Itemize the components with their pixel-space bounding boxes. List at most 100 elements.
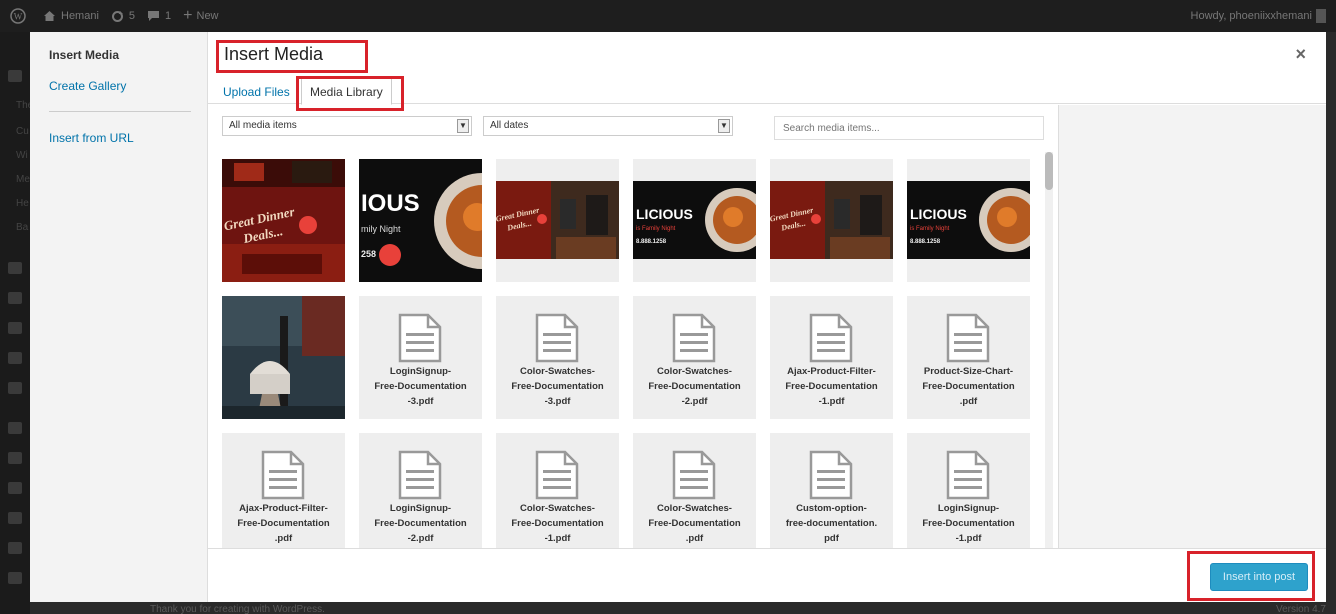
licious-banner-image: IOUS mily Night 258: [359, 159, 482, 282]
updates-icon: [111, 10, 123, 22]
avatar: [1316, 9, 1326, 23]
svg-text:LICIOUS: LICIOUS: [636, 206, 693, 222]
dinner-deals-image: Great Dinner Deals...: [770, 159, 893, 282]
media-type-select[interactable]: All media items ▼: [222, 116, 472, 136]
licious-banner-image: LICIOUS is Family Night 8.888.1258: [633, 159, 756, 282]
menu-icon: [8, 262, 22, 274]
attachment-thumbnail[interactable]: LICIOUS is Family Night 8.888.1258: [633, 159, 756, 282]
sidebar-item-insert-from-url[interactable]: Insert from URL: [49, 131, 134, 145]
menu-fragment: He: [16, 198, 29, 209]
modal-title: Insert Media: [224, 44, 324, 64]
insert-into-post-button[interactable]: Insert into post: [1210, 563, 1308, 591]
svg-text:IOUS: IOUS: [361, 190, 420, 217]
footer-version: Version 4.7: [1275, 604, 1326, 614]
attachment-thumbnail[interactable]: Color-Swatches- Free-Documentation -1.pdf: [496, 433, 619, 548]
file-name: Product-Size-Chart- Free-Documentation .pd…: [911, 364, 1026, 409]
modal-footer: Insert into post: [208, 548, 1326, 602]
attachment-thumbnail[interactable]: LICIOUS is Family Night 8.888.1258: [907, 159, 1030, 282]
attachment-thumbnail[interactable]: Color-Swatches- Free-Documentation .pdf: [633, 433, 756, 548]
menu-icon: [8, 382, 22, 394]
dinner-deals-image: Great Dinner Deals...: [222, 159, 345, 282]
file-name: Color-Swatches- Free-Documentation -2.pdf: [637, 364, 752, 409]
comments-count: 1: [165, 10, 172, 22]
tab-upload-files[interactable]: Upload Files: [223, 85, 290, 99]
attachment-thumbnail[interactable]: LoginSignup- Free-Documentation -2.pdf: [359, 433, 482, 548]
menu-icon: [8, 482, 22, 494]
document-icon: [809, 313, 853, 363]
attachments-grid: Great Dinner Deals... IOUS mily Night 25…: [208, 145, 1058, 548]
file-name: Color-Swatches- Free-Documentation -3.pdf: [500, 364, 615, 409]
attachment-thumbnail[interactable]: Product-Size-Chart- Free-Documentation .pd…: [907, 296, 1030, 419]
grid-scrollbar[interactable]: [1045, 152, 1053, 548]
admin-side-menu: The Cu Wi Me He Ba: [0, 32, 33, 614]
attachment-thumbnail[interactable]: Color-Swatches- Free-Documentation -3.pdf: [496, 296, 619, 419]
menu-fragment: Cu: [16, 126, 29, 137]
site-name: Hemani: [61, 10, 99, 22]
dinner-deals-image: Great Dinner Deals...: [496, 159, 619, 282]
file-name: Ajax-Product-Filter- Free-Documentation -1…: [774, 364, 889, 409]
wordpress-logo-icon[interactable]: W: [10, 8, 31, 24]
menu-icon: [8, 512, 22, 524]
document-icon: [672, 313, 716, 363]
coffee-brewing-image: [222, 296, 345, 419]
file-name: LoginSignup- Free-Documentation -1.pdf: [911, 501, 1026, 546]
licious-banner-image: LICIOUS is Family Night 8.888.1258: [907, 159, 1030, 282]
attachment-thumbnail[interactable]: Ajax-Product-Filter- Free-Documentation .p…: [222, 433, 345, 548]
scrollbar-thumb[interactable]: [1045, 152, 1053, 190]
document-icon: [398, 313, 442, 363]
howdy-text: Howdy, phoeniixxhemani: [1190, 10, 1312, 22]
file-name: Color-Swatches- Free-Documentation .pdf: [637, 501, 752, 546]
menu-icon: [8, 422, 22, 434]
attachment-thumbnail[interactable]: Great Dinner Deals...: [222, 159, 345, 282]
menu-icon: [8, 352, 22, 364]
attachment-thumbnail[interactable]: Custom-option-free-documentation. pdf: [770, 433, 893, 548]
new-content-link[interactable]: + New: [183, 7, 218, 25]
attachment-thumbnail[interactable]: Great Dinner Deals...: [496, 159, 619, 282]
updates-link[interactable]: 5: [111, 10, 135, 23]
document-icon: [672, 450, 716, 500]
attachment-thumbnail[interactable]: Great Dinner Deals...: [770, 159, 893, 282]
svg-text:W: W: [14, 12, 23, 22]
menu-icon: [8, 542, 22, 554]
file-name: Color-Swatches- Free-Documentation -1.pdf: [500, 501, 615, 546]
document-icon: [535, 450, 579, 500]
media-type-value: All media items: [229, 120, 297, 131]
search-input[interactable]: [774, 116, 1044, 140]
menu-icon: [8, 572, 22, 584]
media-tabs: Upload Files Media Library: [208, 77, 1326, 105]
attachment-thumbnail[interactable]: [222, 296, 345, 419]
tab-media-library[interactable]: Media Library: [301, 78, 392, 105]
document-icon: [946, 313, 990, 363]
attachment-thumbnail[interactable]: Ajax-Product-Filter- Free-Documentation -1…: [770, 296, 893, 419]
menu-fragment: Ba: [16, 222, 29, 233]
sidebar-item-create-gallery[interactable]: Create Gallery: [49, 79, 126, 93]
plus-icon: +: [183, 7, 193, 24]
menu-fragment: Me: [16, 174, 30, 185]
menu-icon: [8, 70, 22, 82]
attachment-thumbnail[interactable]: Color-Swatches- Free-Documentation -2.pdf: [633, 296, 756, 419]
file-name: Ajax-Product-Filter- Free-Documentation .p…: [226, 501, 341, 546]
menu-icon: [8, 292, 22, 304]
account-menu[interactable]: Howdy, phoeniixxhemani: [1191, 0, 1326, 32]
close-icon[interactable]: ×: [1295, 44, 1306, 65]
footer-thanks: Thank you for creating with WordPress.: [150, 604, 325, 614]
sidebar-separator: [49, 111, 191, 112]
comments-link[interactable]: 1: [147, 10, 171, 22]
sidebar-item-insert-media[interactable]: Insert Media: [49, 48, 119, 62]
media-router-sidebar: Insert Media Create Gallery Insert from …: [30, 32, 208, 602]
attachment-details-panel: [1058, 105, 1326, 548]
file-name: LoginSignup- Free-Documentation -2.pdf: [363, 501, 478, 546]
attachment-thumbnail[interactable]: LoginSignup- Free-Documentation -1.pdf: [907, 433, 1030, 548]
updates-count: 5: [128, 10, 136, 22]
chevron-down-icon: ▼: [457, 119, 469, 133]
attachment-thumbnail[interactable]: LoginSignup- Free-Documentation -3.pdf: [359, 296, 482, 419]
site-name-link[interactable]: Hemani: [43, 10, 99, 22]
file-name: LoginSignup- Free-Documentation -3.pdf: [363, 364, 478, 409]
document-icon: [946, 450, 990, 500]
date-filter-select[interactable]: All dates ▼: [483, 116, 733, 136]
document-icon: [535, 313, 579, 363]
attachment-thumbnail[interactable]: IOUS mily Night 258: [359, 159, 482, 282]
svg-text:8.888.1258: 8.888.1258: [910, 239, 941, 245]
chevron-down-icon: ▼: [718, 119, 730, 133]
file-name: Custom-option-free-documentation. pdf: [774, 501, 889, 546]
